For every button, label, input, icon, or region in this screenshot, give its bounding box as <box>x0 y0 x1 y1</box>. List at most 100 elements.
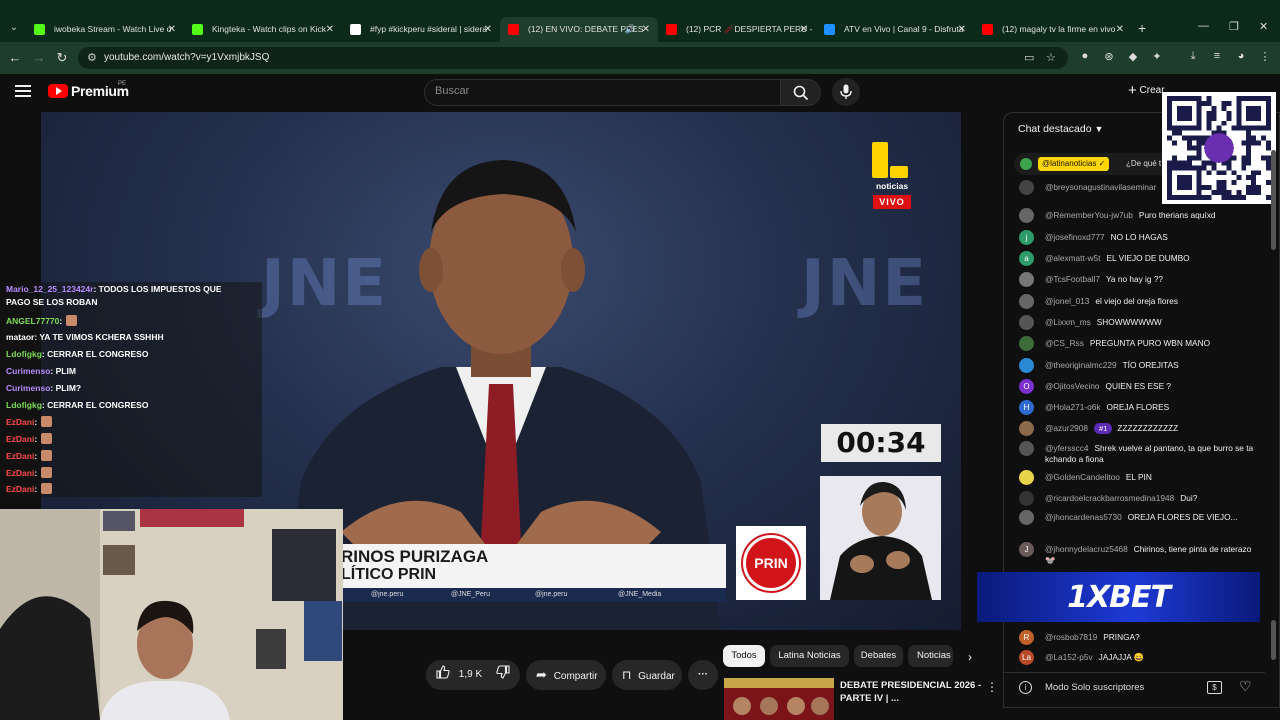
stream-chat-username[interactable]: Curimenso <box>6 366 50 376</box>
chat-author[interactable]: @josefinoxd777 <box>1045 232 1105 242</box>
extensions-puzzle-icon[interactable]: ✦ <box>1150 50 1164 63</box>
chat-author[interactable]: @breysonagustinavilaseminar <box>1045 182 1156 192</box>
back-button[interactable]: ← <box>7 50 23 65</box>
info-icon[interactable]: i <box>1019 681 1032 694</box>
close-tab-icon[interactable]: ✕ <box>800 17 808 42</box>
more-vertical-icon[interactable]: ⋮ <box>986 680 998 694</box>
chat-avatar[interactable]: La <box>1019 650 1034 665</box>
guide-menu-icon[interactable] <box>15 85 31 99</box>
chat-avatar[interactable] <box>1019 491 1034 506</box>
url-text[interactable]: youtube.com/watch?v=y1VxmjbkJSQ <box>104 52 269 63</box>
chat-avatar[interactable] <box>1019 470 1034 485</box>
chat-avatar[interactable]: O <box>1019 379 1034 394</box>
stream-chat-username[interactable]: EzDani <box>6 417 34 427</box>
chat-author[interactable]: @La152-p5v <box>1045 652 1093 662</box>
chat-scrollbar[interactable] <box>1271 150 1276 250</box>
chip-noticias[interactable]: Noticias <box>908 645 953 667</box>
close-tab-icon[interactable]: ✕ <box>1116 17 1124 42</box>
browser-tab[interactable]: ATV en Vivo | Canal 9 - Disfruta ✕ <box>816 17 974 42</box>
chat-avatar[interactable] <box>1019 294 1034 309</box>
chevron-right-icon[interactable]: › <box>968 650 972 664</box>
chat-avatar[interactable]: J <box>1019 542 1034 557</box>
chat-avatar[interactable]: R <box>1019 630 1034 645</box>
stream-chat-username[interactable]: Mario_12_25_123424r <box>6 284 93 294</box>
forward-button[interactable]: → <box>31 50 47 65</box>
chat-avatar[interactable]: H <box>1019 400 1034 415</box>
chat-author[interactable]: @Lixxm_ms <box>1045 317 1091 327</box>
stream-chat-username[interactable]: EzDani <box>6 468 34 478</box>
chat-avatar[interactable] <box>1019 358 1034 373</box>
close-tab-icon[interactable]: ✕ <box>642 17 650 42</box>
browser-tab[interactable]: (12) magaly tv la firme en vivo ✕ <box>974 17 1132 42</box>
browser-tab[interactable]: (12) EN VIVO: DEBATE PRES 🔊 ✕ <box>500 17 658 42</box>
chat-avatar[interactable] <box>1019 315 1034 330</box>
chat-author[interactable]: @jhonnydelacruz5468 <box>1045 544 1128 554</box>
extension-icon[interactable]: ⊛ <box>1102 50 1116 63</box>
chat-author[interactable]: @alexmatt-w5t <box>1045 253 1100 263</box>
chat-avatar[interactable] <box>1019 336 1034 351</box>
close-tab-icon[interactable]: ✕ <box>168 17 176 42</box>
chat-avatar[interactable] <box>1019 272 1034 287</box>
profile-avatar-icon[interactable]: ◕ <box>1234 50 1248 62</box>
bookmark-star-icon[interactable]: ☆ <box>1046 51 1056 64</box>
address-bar[interactable]: ⚙ youtube.com/watch?v=y1VxmjbkJSQ ▭ ☆ <box>78 47 1068 69</box>
recommended-video-title[interactable]: DEBATE PRESIDENCIAL 2026 - PARTE IV | ..… <box>840 679 985 705</box>
create-button[interactable]: + Crear <box>1128 82 1165 99</box>
voice-search-button[interactable] <box>832 78 860 106</box>
recommended-video[interactable]: DEBATE PRESIDENCIAL 2026 - PARTE IV | ..… <box>724 676 998 720</box>
tab-search-dropdown-icon[interactable]: ⌄ <box>6 20 22 36</box>
minimize-window-button[interactable]: — <box>1198 20 1209 32</box>
close-tab-icon[interactable]: ✕ <box>326 17 334 42</box>
chat-author[interactable]: @yfersscc4 <box>1045 443 1088 453</box>
youtube-logo-icon[interactable] <box>48 84 68 98</box>
chat-author[interactable]: @ricardoelcrackbarrosmedina1948 <box>1045 493 1174 503</box>
chat-avatar[interactable] <box>1019 441 1034 456</box>
chat-author[interactable]: @CS_Rss <box>1045 338 1084 348</box>
extension-icon[interactable]: ● <box>1078 50 1092 62</box>
cast-icon[interactable]: ▭ <box>1024 51 1034 64</box>
search-input[interactable] <box>435 85 765 97</box>
reload-button[interactable]: ↻ <box>54 50 70 66</box>
chat-avatar[interactable] <box>1019 421 1034 436</box>
extension-icon[interactable]: ◆ <box>1126 50 1140 63</box>
browser-tab[interactable]: #fyp #kickperu #sideral | sidera ✕ <box>342 17 500 42</box>
media-control-icon[interactable]: ≡ <box>1210 50 1224 62</box>
heart-icon[interactable]: ♡ <box>1239 678 1252 695</box>
stream-chat-username[interactable]: EzDani <box>6 484 34 494</box>
chat-author[interactable]: @Hola271-o6k <box>1045 402 1100 412</box>
chat-avatar[interactable]: j <box>1019 230 1034 245</box>
chip-debates[interactable]: Debates <box>854 645 903 667</box>
chat-author[interactable]: @azur2908 <box>1045 423 1088 433</box>
stream-chat-username[interactable]: ANGEL77770 <box>6 316 59 326</box>
chat-author[interactable]: @RememberYou-jw7ub <box>1045 210 1133 220</box>
close-window-button[interactable]: ✕ <box>1259 20 1268 33</box>
new-tab-button[interactable]: + <box>1138 20 1146 36</box>
chat-author[interactable]: @theoriginalmc229 <box>1045 360 1117 370</box>
browser-menu-icon[interactable]: ⋮ <box>1258 50 1272 63</box>
chat-author[interactable]: @jonel_013 <box>1045 296 1089 306</box>
stream-chat-username[interactable]: Curimenso <box>6 383 50 393</box>
browser-tab[interactable]: iwobeka Stream - Watch Live o ✕ <box>26 17 184 42</box>
chip-latina-noticias[interactable]: Latina Noticias <box>770 645 849 667</box>
tab-audio-icon[interactable]: 🔊 <box>625 17 636 42</box>
search-button[interactable] <box>781 79 821 106</box>
chat-scrollbar[interactable] <box>1271 620 1276 660</box>
browser-tab[interactable]: Kingteka - Watch clips on Kick ✕ <box>184 17 342 42</box>
stream-chat-username[interactable]: EzDani <box>6 434 34 444</box>
more-actions-button[interactable]: ··· <box>688 660 718 690</box>
like-button[interactable]: 1,9 K <box>436 660 482 690</box>
dislike-button[interactable] <box>496 660 510 690</box>
chat-avatar[interactable] <box>1019 208 1034 223</box>
chat-author[interactable]: @jhoncardenas5730 <box>1045 512 1122 522</box>
stream-chat-username[interactable]: Ldofigkg <box>6 349 42 359</box>
close-tab-icon[interactable]: ✕ <box>958 17 966 42</box>
stream-chat-username[interactable]: EzDani <box>6 451 34 461</box>
chat-avatar[interactable] <box>1019 510 1034 525</box>
browser-tab[interactable]: (12) PCR 🥢DESPIERTA PERU - ✕ <box>658 17 816 42</box>
chat-avatar[interactable]: a <box>1019 251 1034 266</box>
stream-chat-username[interactable]: Ldofigkg <box>6 400 42 410</box>
chat-author[interactable]: @rosbob7819 <box>1045 632 1097 642</box>
chat-avatar[interactable] <box>1019 180 1034 195</box>
chat-author[interactable]: @GoldenCandelitoo <box>1045 472 1120 482</box>
search-box[interactable] <box>424 79 781 106</box>
